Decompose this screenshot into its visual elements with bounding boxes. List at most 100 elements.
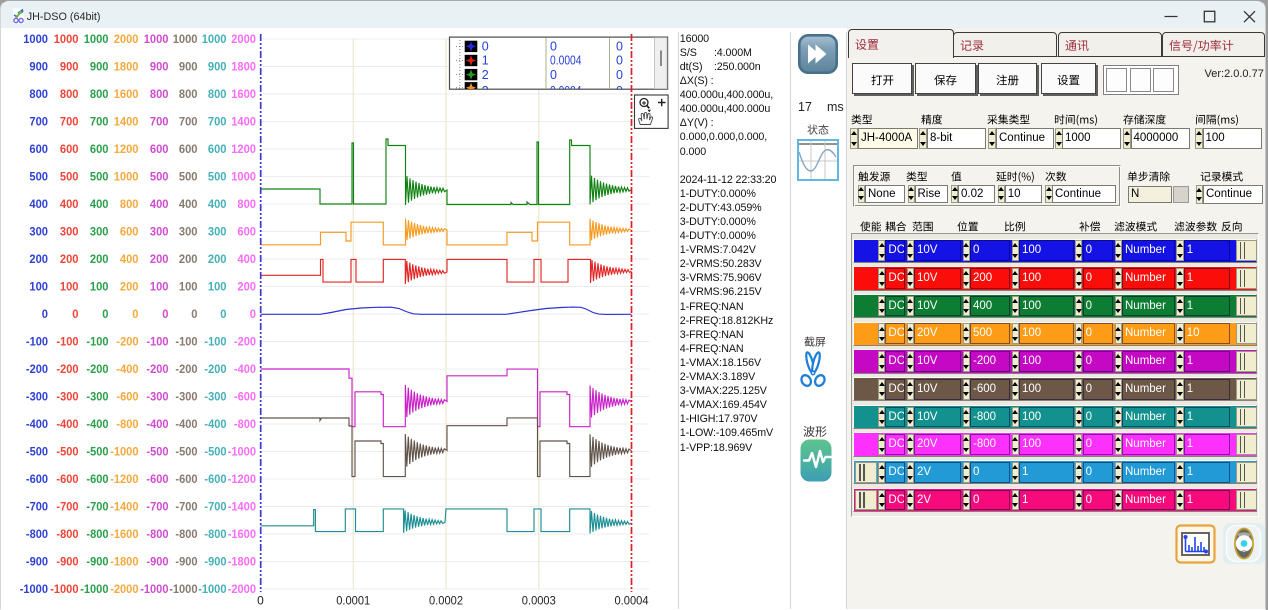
svg-text:-1200: -1200 xyxy=(228,474,256,486)
svg-text:-700: -700 xyxy=(146,502,168,514)
svg-text:-200: -200 xyxy=(175,364,197,376)
svg-text:-900: -900 xyxy=(146,557,168,569)
svg-text:0.0003: 0.0003 xyxy=(522,594,556,608)
svg-text:500: 500 xyxy=(208,172,227,184)
svg-text:0: 0 xyxy=(616,54,623,68)
svg-text:-700: -700 xyxy=(26,502,48,514)
svg-text:0.0004: 0.0004 xyxy=(550,54,582,68)
svg-text:300: 300 xyxy=(150,227,169,239)
svg-text:-500: -500 xyxy=(175,447,197,459)
svg-text:-500: -500 xyxy=(146,447,168,459)
svg-text:100: 100 xyxy=(60,282,79,294)
svg-text:-200: -200 xyxy=(234,337,256,349)
svg-text:2000: 2000 xyxy=(231,34,256,46)
svg-text:-600: -600 xyxy=(234,392,256,404)
svg-text:-900: -900 xyxy=(204,557,226,569)
svg-text:800: 800 xyxy=(60,89,79,101)
svg-text:-500: -500 xyxy=(56,447,78,459)
svg-text:0: 0 xyxy=(616,68,623,82)
svg-text:-600: -600 xyxy=(56,474,78,486)
svg-text:-600: -600 xyxy=(116,392,138,404)
svg-text:1800: 1800 xyxy=(231,62,256,74)
svg-text:500: 500 xyxy=(90,172,109,184)
svg-text:500: 500 xyxy=(179,172,198,184)
svg-text:0: 0 xyxy=(191,309,197,321)
svg-text:200: 200 xyxy=(60,254,79,266)
svg-text:-600: -600 xyxy=(175,474,197,486)
svg-text:-400: -400 xyxy=(116,364,138,376)
svg-text:-400: -400 xyxy=(86,419,108,431)
svg-text:400: 400 xyxy=(60,199,79,211)
svg-text:-300: -300 xyxy=(56,392,78,404)
svg-text:0: 0 xyxy=(550,40,557,54)
svg-text:-200: -200 xyxy=(204,364,226,376)
svg-text:700: 700 xyxy=(60,117,79,129)
svg-text:400: 400 xyxy=(208,199,227,211)
svg-text:600: 600 xyxy=(208,144,227,156)
svg-text:600: 600 xyxy=(120,227,139,239)
svg-text:-1600: -1600 xyxy=(110,529,138,541)
svg-text:600: 600 xyxy=(90,144,109,156)
svg-text:900: 900 xyxy=(29,62,48,74)
svg-text:-1000: -1000 xyxy=(198,584,226,596)
svg-text:-600: -600 xyxy=(204,474,226,486)
svg-text:1400: 1400 xyxy=(114,117,139,129)
svg-text:0: 0 xyxy=(482,40,489,54)
svg-text:600: 600 xyxy=(179,144,198,156)
svg-text:1600: 1600 xyxy=(114,89,139,101)
svg-text:1200: 1200 xyxy=(114,144,139,156)
svg-text:0: 0 xyxy=(102,309,108,321)
svg-text:500: 500 xyxy=(60,172,79,184)
svg-text:1800: 1800 xyxy=(114,62,139,74)
svg-text:0.0002: 0.0002 xyxy=(429,594,463,608)
svg-text:-800: -800 xyxy=(56,529,78,541)
svg-text:-400: -400 xyxy=(56,419,78,431)
svg-text:-2000: -2000 xyxy=(110,584,138,596)
svg-text:1000: 1000 xyxy=(114,172,139,184)
svg-text:0: 0 xyxy=(616,40,623,54)
svg-text:800: 800 xyxy=(208,89,227,101)
svg-text:-1800: -1800 xyxy=(110,557,138,569)
svg-text:500: 500 xyxy=(150,172,169,184)
svg-text:-100: -100 xyxy=(204,337,226,349)
svg-text:-1200: -1200 xyxy=(110,474,138,486)
svg-text:1000: 1000 xyxy=(202,34,227,46)
svg-text:1000: 1000 xyxy=(54,34,79,46)
svg-text:0: 0 xyxy=(42,309,48,321)
svg-text:900: 900 xyxy=(90,62,109,74)
svg-text:-600: -600 xyxy=(86,474,108,486)
svg-text:-300: -300 xyxy=(146,392,168,404)
svg-text:-900: -900 xyxy=(86,557,108,569)
svg-text:-400: -400 xyxy=(26,419,48,431)
svg-text:600: 600 xyxy=(29,144,48,156)
svg-text:-800: -800 xyxy=(26,529,48,541)
svg-text:0: 0 xyxy=(72,309,78,321)
svg-text:0.0001: 0.0001 xyxy=(336,594,370,608)
svg-text:500: 500 xyxy=(29,172,48,184)
svg-text:200: 200 xyxy=(90,254,109,266)
svg-text:200: 200 xyxy=(120,282,139,294)
svg-text:1000: 1000 xyxy=(173,34,198,46)
svg-text:300: 300 xyxy=(208,227,227,239)
svg-text:2: 2 xyxy=(482,68,489,82)
svg-text:700: 700 xyxy=(208,117,227,129)
svg-text:300: 300 xyxy=(90,227,109,239)
svg-text:1000: 1000 xyxy=(231,172,256,184)
svg-text:-1400: -1400 xyxy=(228,502,256,514)
svg-text:2000: 2000 xyxy=(114,34,139,46)
svg-text:-200: -200 xyxy=(86,364,108,376)
svg-text:-700: -700 xyxy=(175,502,197,514)
svg-text:900: 900 xyxy=(208,62,227,74)
svg-text:1000: 1000 xyxy=(144,34,169,46)
svg-text:-700: -700 xyxy=(204,502,226,514)
svg-text:-1000: -1000 xyxy=(140,584,168,596)
svg-text:-1000: -1000 xyxy=(228,447,256,459)
svg-text:800: 800 xyxy=(237,199,256,211)
svg-text:800: 800 xyxy=(150,89,169,101)
svg-text:-1400: -1400 xyxy=(110,502,138,514)
svg-text:600: 600 xyxy=(60,144,79,156)
svg-text:-1000: -1000 xyxy=(50,584,78,596)
svg-text:-100: -100 xyxy=(56,337,78,349)
svg-text:-400: -400 xyxy=(234,364,256,376)
svg-text:200: 200 xyxy=(237,282,256,294)
